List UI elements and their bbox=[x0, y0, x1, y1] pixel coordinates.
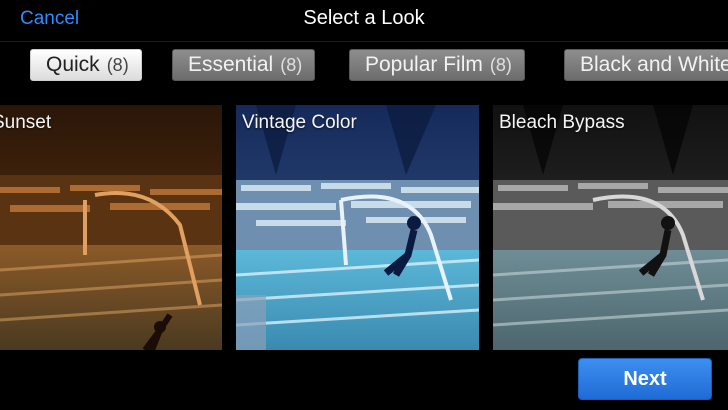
header-divider bbox=[0, 41, 728, 42]
tab-label: Popular Film bbox=[365, 53, 483, 76]
tab-count: (8) bbox=[489, 55, 512, 75]
look-thumbnail-vintage-color[interactable]: Vintage Color bbox=[236, 105, 479, 350]
tab-quick[interactable]: Quick (8) bbox=[30, 49, 142, 81]
page-title: Select a Look bbox=[303, 7, 425, 29]
pool-photo-bleach-bypass bbox=[493, 105, 728, 350]
look-thumbnail-sunset[interactable]: Sunset bbox=[0, 105, 222, 350]
tab-count: (8) bbox=[280, 55, 303, 75]
pool-photo-sunset bbox=[0, 105, 222, 350]
pool-photo-vintage-color bbox=[236, 105, 479, 350]
tab-count: (8) bbox=[106, 55, 129, 75]
tab-essential[interactable]: Essential (8) bbox=[172, 49, 316, 81]
tab-label: Black and White bbox=[580, 53, 728, 76]
look-category-tabs: Quick (8) Essential (8) Popular Film (8) Bl… bbox=[0, 49, 728, 83]
nav-bar: Cancel Select a Look bbox=[0, 0, 728, 40]
look-thumbnail-bleach-bypass[interactable]: Bleach Bypass bbox=[493, 105, 728, 350]
look-label: Bleach Bypass bbox=[499, 112, 625, 133]
tab-label: Quick bbox=[46, 53, 100, 76]
tab-popular-film[interactable]: Popular Film (8) bbox=[349, 49, 525, 81]
look-label: Sunset bbox=[0, 112, 52, 133]
look-label: Vintage Color bbox=[242, 112, 357, 133]
tab-label: Essential bbox=[188, 53, 274, 76]
tab-black-and-white[interactable]: Black and White bbox=[564, 49, 728, 81]
looks-carousel: Sunset Vintage Co bbox=[0, 105, 728, 350]
next-button[interactable]: Next bbox=[578, 358, 712, 400]
